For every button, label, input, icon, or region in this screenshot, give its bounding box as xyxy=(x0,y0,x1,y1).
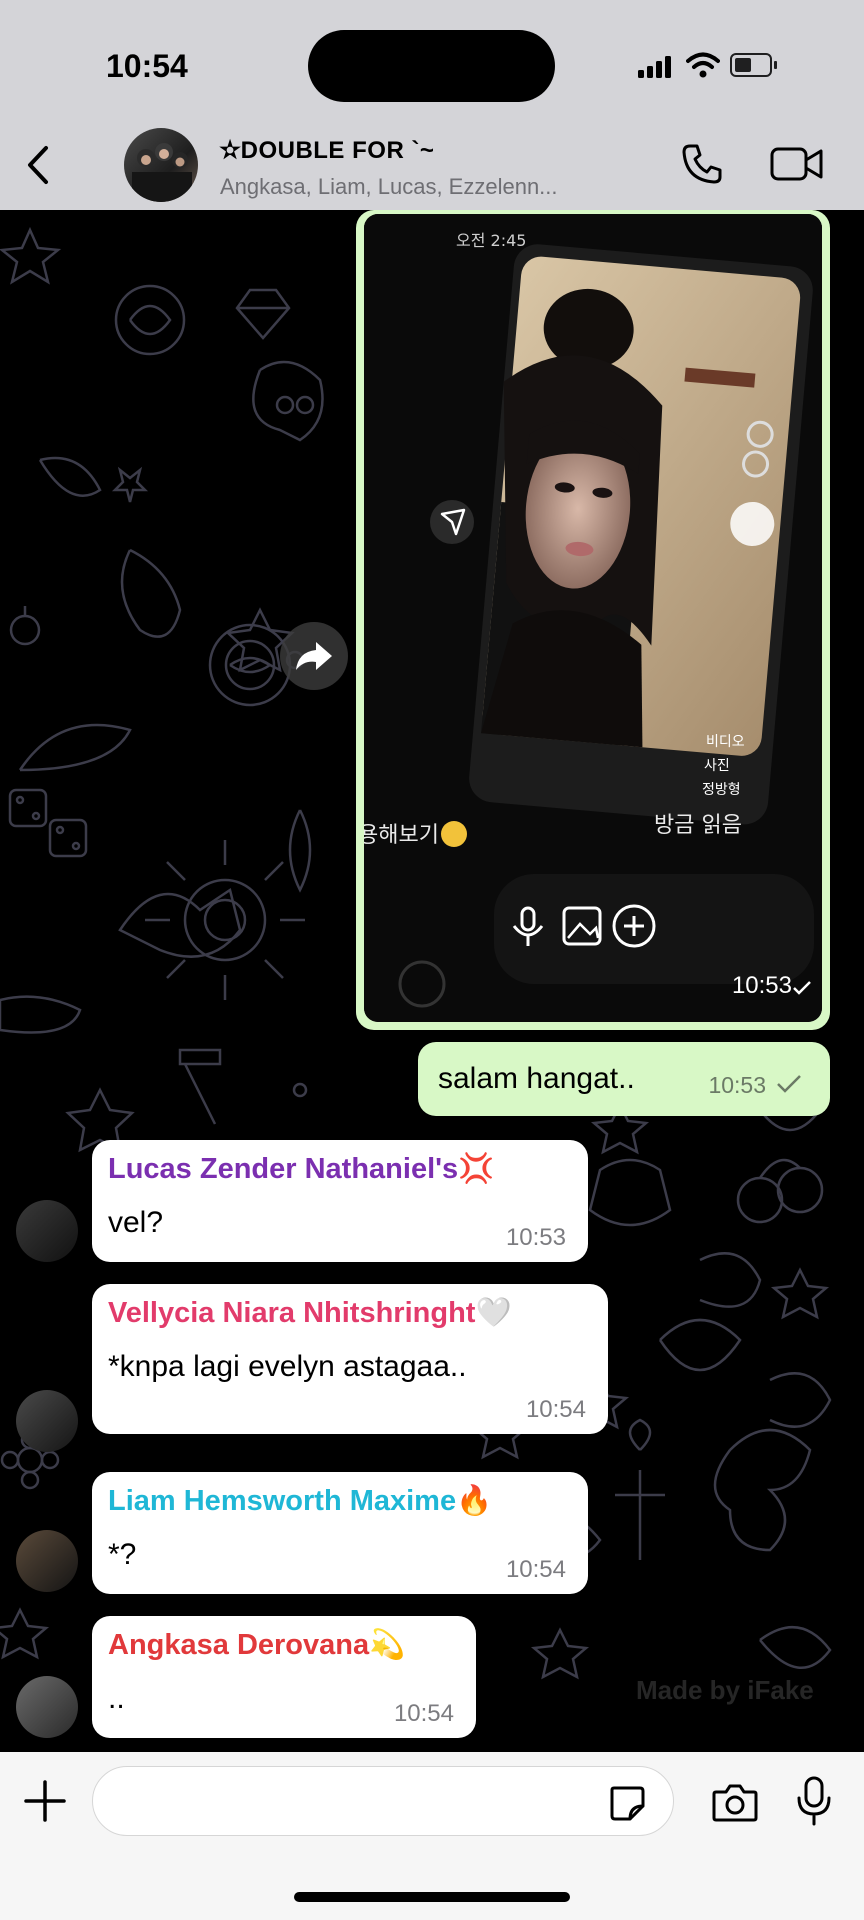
microphone-icon[interactable] xyxy=(796,1776,832,1826)
back-chevron-icon[interactable] xyxy=(18,140,58,190)
sender-name[interactable]: Vellycia Niara Nhitshringht🤍 xyxy=(108,1296,512,1330)
outgoing-message-bubble[interactable]: salam hangat.. 10:53 xyxy=(418,1042,830,1116)
message-time: 10:54 xyxy=(525,1396,586,1423)
chat-header: ✫DOUBLE FOR `~ Angkasa, Liam, Lucas, Ezz… xyxy=(0,120,864,210)
photo-hint-text: 용해보기 xyxy=(364,823,439,848)
sender-name[interactable]: Liam Hemsworth Maxime🔥 xyxy=(108,1484,492,1518)
group-title[interactable]: ✫DOUBLE FOR `~ xyxy=(220,136,434,165)
avatar[interactable] xyxy=(16,1200,78,1262)
photo-menu-square: 정방형 xyxy=(702,782,741,798)
image-message-bubble[interactable]: 오전 2:45 비디오 사진 정방형 용해보기 방금 읽음 10:53 xyxy=(356,210,830,1030)
status-bar: 10:54 xyxy=(0,0,864,120)
shared-photo[interactable]: 오전 2:45 비디오 사진 정방형 용해보기 방금 읽음 10:53 xyxy=(364,214,822,1022)
message-time: 10:53 xyxy=(708,1072,766,1098)
message-time: 10:53 xyxy=(731,972,792,999)
message-text: salam hangat.. xyxy=(438,1062,635,1095)
watermark: Made by iFake xyxy=(636,1675,814,1705)
video-camera-icon[interactable] xyxy=(770,146,824,182)
phone-icon[interactable] xyxy=(680,142,724,186)
avatar[interactable] xyxy=(16,1676,78,1738)
group-members[interactable]: Angkasa, Liam, Lucas, Ezzelenn... xyxy=(220,174,558,200)
message-text: *? xyxy=(108,1538,137,1571)
sender-name[interactable]: Lucas Zender Nathaniel's💢 xyxy=(108,1152,494,1186)
avatar[interactable] xyxy=(16,1390,78,1452)
battery-icon xyxy=(730,53,777,77)
forward-icon xyxy=(296,642,332,670)
message-text: vel? xyxy=(108,1206,164,1239)
group-avatar[interactable] xyxy=(124,128,198,202)
incoming-message-bubble[interactable]: Lucas Zender Nathaniel's💢 vel? 10:53 xyxy=(92,1140,588,1262)
sent-check-icon xyxy=(793,981,811,995)
sticker-icon[interactable] xyxy=(608,1784,646,1822)
wifi-icon xyxy=(686,52,720,78)
home-indicator xyxy=(294,1892,570,1902)
incoming-message-bubble[interactable]: Liam Hemsworth Maxime🔥 *? 10:54 xyxy=(92,1472,588,1594)
forward-button[interactable] xyxy=(280,622,348,690)
dynamic-island xyxy=(308,30,555,102)
chat-area[interactable]: 오전 2:45 비디오 사진 정방형 용해보기 방금 읽음 10:53 sala… xyxy=(0,210,864,1752)
message-time: 10:54 xyxy=(505,1556,566,1583)
incoming-message-bubble[interactable]: Angkasa Derovana💫 .. 10:54 xyxy=(92,1616,476,1738)
message-input[interactable] xyxy=(92,1766,674,1836)
avatar[interactable] xyxy=(16,1530,78,1592)
photo-menu-photo: 사진 xyxy=(704,758,730,774)
sent-check-icon xyxy=(777,1075,801,1093)
incoming-message-bubble[interactable]: Vellycia Niara Nhitshringht🤍 *knpa lagi … xyxy=(92,1284,608,1434)
photo-read-receipt: 방금 읽음 xyxy=(654,813,742,838)
plus-icon[interactable] xyxy=(22,1778,68,1824)
cellular-signal-icon xyxy=(638,56,671,78)
status-time: 10:54 xyxy=(106,48,188,84)
camera-icon[interactable] xyxy=(712,1782,758,1822)
message-text: *knpa lagi evelyn astagaa.. xyxy=(108,1350,467,1383)
message-time: 10:53 xyxy=(505,1224,566,1251)
message-composer xyxy=(0,1752,864,1920)
photo-menu-video: 비디오 xyxy=(706,734,745,750)
message-time: 10:54 xyxy=(393,1700,454,1727)
message-text: .. xyxy=(108,1682,125,1715)
photo-clock: 오전 2:45 xyxy=(456,231,526,250)
sender-name[interactable]: Angkasa Derovana💫 xyxy=(108,1628,405,1662)
